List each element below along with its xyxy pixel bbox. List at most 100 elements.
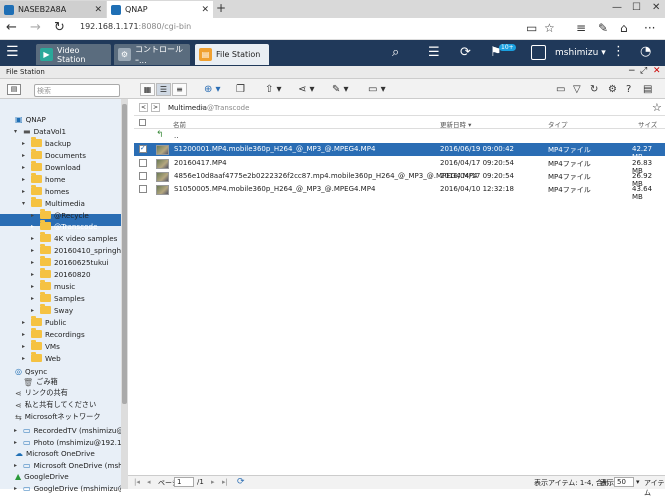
forward-icon[interactable]: →: [30, 20, 41, 35]
chevron-right-icon[interactable]: ▸: [14, 427, 20, 434]
chevron-right-icon[interactable]: ▸: [14, 439, 20, 446]
app-tab-control-panel[interactable]: ⚙ コントロールｰ...: [114, 44, 190, 65]
chevron-right-icon[interactable]: ▸: [22, 152, 28, 159]
sidebar-item[interactable]: ▲ GoogleDrive: [6, 470, 69, 482]
column-name[interactable]: 名前: [173, 119, 186, 129]
more-icon[interactable]: ▤: [643, 82, 652, 96]
browser-tab-nas[interactable]: NASEB2A8A ✕: [0, 1, 106, 18]
more-icon[interactable]: ···: [644, 21, 655, 35]
sidebar-item[interactable]: ▸ 20160410_springhorseshow: [31, 244, 121, 256]
sidebar-item[interactable]: ⋖ リンクの共有: [6, 387, 68, 399]
per-page-dropdown-icon[interactable]: ▾: [636, 478, 640, 486]
chevron-right-icon[interactable]: ▸: [31, 247, 37, 254]
browser-tab-qnap[interactable]: QNAP ✕: [107, 1, 213, 18]
forward-icon[interactable]: >: [151, 103, 160, 112]
settings-icon[interactable]: ⚙: [608, 82, 617, 96]
column-size[interactable]: サイズ: [638, 119, 657, 129]
avatar[interactable]: [531, 45, 546, 60]
chevron-right-icon[interactable]: ▸: [31, 235, 37, 242]
sidebar-item[interactable]: ▸ music: [31, 280, 75, 292]
close-icon[interactable]: ✕: [653, 66, 661, 76]
sidebar-item[interactable]: ▸ 4K video samples: [31, 232, 117, 244]
chevron-right-icon[interactable]: ▸: [14, 485, 20, 492]
chevron-right-icon[interactable]: ▸: [22, 164, 28, 171]
create-icon[interactable]: ⊕ ▾: [204, 82, 221, 96]
sidebar-item[interactable]: ▸ Public: [22, 316, 66, 328]
help-icon[interactable]: ?: [626, 82, 631, 96]
filter-icon[interactable]: ▽: [573, 82, 581, 96]
reading-view-icon[interactable]: ▭: [526, 21, 537, 35]
tree-scrollbar-thumb[interactable]: [122, 104, 127, 404]
refresh-icon[interactable]: ↻: [54, 20, 65, 35]
menu-icon[interactable]: ☰: [6, 44, 19, 60]
file-row[interactable]: ✓ S1200001.MP4.mobile360p_H264_@_MP3_@.MP…: [134, 143, 665, 161]
sidebar-item[interactable]: ▸ Documents: [22, 149, 86, 161]
breadcrumb-item[interactable]: @Transcode: [207, 104, 249, 112]
sidebar-item[interactable]: ▸ home: [22, 173, 65, 185]
view-thumbnail-button[interactable]: ▦: [140, 83, 155, 96]
row-checkbox[interactable]: ✓: [139, 144, 147, 153]
sidebar-item[interactable]: ▸ 20160820: [31, 268, 91, 280]
external-device-icon[interactable]: ⟳: [460, 45, 471, 60]
first-page-icon[interactable]: |◂: [134, 478, 140, 486]
maximize-icon[interactable]: ⤢: [640, 66, 647, 76]
close-window-icon[interactable]: ✕: [652, 2, 660, 13]
new-tab-icon[interactable]: +: [216, 1, 226, 15]
tools-icon[interactable]: ✎ ▾: [332, 82, 349, 96]
app-tab-file-station[interactable]: ▤ File Station: [195, 44, 269, 65]
sidebar-item[interactable]: ⇆ Microsoftネットワーク: [6, 411, 101, 423]
share-icon[interactable]: ⌂: [620, 21, 628, 35]
sidebar-item[interactable]: ▾ ▬ DataVol1: [14, 125, 66, 137]
snapshot-icon[interactable]: ▭: [556, 82, 565, 96]
chevron-right-icon[interactable]: ▸: [31, 271, 37, 278]
prev-page-icon[interactable]: ◂: [147, 478, 151, 486]
sidebar-item[interactable]: ▸▭RecordedTV (mshimizu@192.1: [14, 424, 121, 436]
chevron-right-icon[interactable]: ▾: [14, 128, 20, 135]
user-menu[interactable]: mshimizu ▾: [555, 48, 606, 58]
search-input[interactable]: 検索: [34, 84, 120, 97]
back-icon[interactable]: ←: [6, 20, 17, 35]
next-page-icon[interactable]: ▸: [211, 478, 215, 486]
close-icon[interactable]: ✕: [94, 5, 102, 15]
hub-icon[interactable]: ≡: [576, 21, 586, 35]
sidebar-item[interactable]: ▸▭GoogleDrive (mshimizu@mshimi: [14, 482, 121, 494]
minimize-icon[interactable]: —: [612, 2, 622, 13]
chevron-right-icon[interactable]: ▸: [14, 462, 20, 469]
more-options-icon[interactable]: ⋮: [612, 44, 625, 59]
sidebar-item[interactable]: ▾ Multimedia: [22, 197, 85, 209]
select-all-checkbox[interactable]: [139, 119, 146, 126]
last-page-icon[interactable]: ▸|: [222, 478, 228, 486]
dashboard-icon[interactable]: ◔: [640, 44, 651, 59]
close-icon[interactable]: ✕: [201, 5, 209, 15]
sidebar-item[interactable]: ▸ Sway: [31, 304, 73, 316]
sidebar-item[interactable]: ▸ Download: [22, 161, 81, 173]
row-checkbox[interactable]: [139, 185, 147, 193]
sidebar-item[interactable]: ▸ backup: [22, 137, 71, 149]
sidebar-toggle-icon[interactable]: ▤: [7, 84, 21, 95]
file-row[interactable]: 20160417.MP4 2016/04/17 09:20:54 MP4ファイル 26…: [134, 157, 665, 175]
chevron-right-icon[interactable]: ▸: [31, 259, 37, 266]
file-row[interactable]: 4856e10d8aaf4775e2b0222326f2cc87.mp4.mob…: [134, 170, 665, 188]
favorite-star-icon[interactable]: ☆: [652, 101, 662, 114]
share-icon[interactable]: ⋖ ▾: [298, 82, 315, 96]
chevron-right-icon[interactable]: ▸: [22, 319, 28, 326]
chevron-right-icon[interactable]: ▸: [22, 343, 28, 350]
maximize-icon[interactable]: ☐: [632, 2, 641, 13]
row-checkbox[interactable]: [139, 159, 147, 167]
sidebar-item[interactable]: ▸ Samples: [31, 292, 85, 304]
network-drive-icon[interactable]: ▭ ▾: [368, 82, 386, 96]
chevron-right-icon[interactable]: ▸: [22, 331, 28, 338]
refresh-icon[interactable]: ↻: [590, 82, 598, 96]
note-icon[interactable]: ✎: [598, 21, 608, 35]
minimize-icon[interactable]: −: [628, 66, 636, 76]
file-row[interactable]: S1050005.MP4.mobile360p_H264_@_MP3_@.MPE…: [134, 183, 665, 201]
url-field[interactable]: 192.168.1.171:8080/cgi-bin: [80, 22, 191, 31]
per-page-select[interactable]: 50: [614, 477, 634, 487]
chevron-right-icon[interactable]: ▸: [22, 355, 28, 362]
back-icon[interactable]: <: [139, 103, 148, 112]
favorite-star-icon[interactable]: ☆: [544, 21, 555, 35]
sidebar-item[interactable]: ▸ 20160625tukui: [31, 256, 108, 268]
chevron-right-icon[interactable]: ▸: [22, 188, 28, 195]
sidebar-item[interactable]: ▣ QNAP: [6, 113, 46, 125]
view-list-button[interactable]: ☰: [156, 83, 171, 96]
